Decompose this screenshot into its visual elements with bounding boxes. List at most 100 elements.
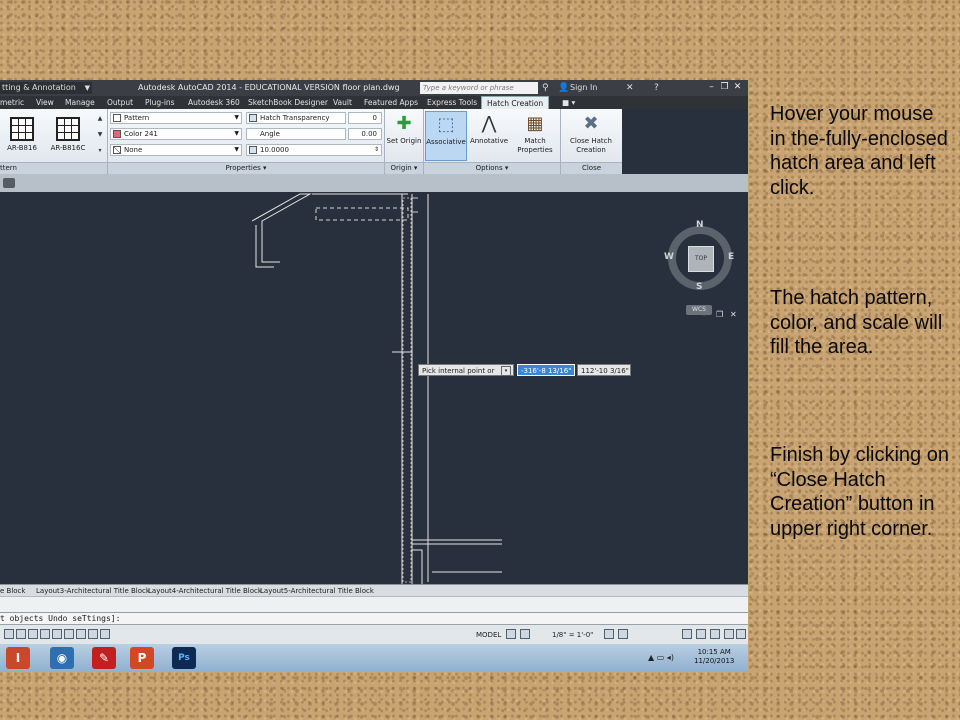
tab-express-tools[interactable]: Express Tools bbox=[427, 96, 477, 109]
help-icon[interactable]: ? bbox=[654, 82, 659, 94]
set-origin-button[interactable]: ✚ Set Origin bbox=[386, 111, 422, 161]
search-input[interactable]: Type a keyword or phrase bbox=[420, 82, 538, 94]
close-window-button[interactable]: ✕ bbox=[732, 81, 743, 94]
angle-field[interactable]: 0.00 bbox=[348, 128, 382, 140]
viewport-restore-button[interactable]: ❐ bbox=[716, 310, 723, 319]
associative-button[interactable]: ⬚ Associative bbox=[425, 111, 467, 161]
ribbon-tab-bar: metric View Manage Output Plug-ins Autod… bbox=[0, 96, 748, 109]
background-color-select[interactable]: None ▼ bbox=[110, 144, 242, 156]
drawing-tab-icon[interactable] bbox=[3, 178, 15, 188]
compass-east[interactable]: E bbox=[728, 252, 734, 262]
view-cube[interactable]: TOP bbox=[668, 226, 732, 290]
otrack-icon[interactable] bbox=[64, 629, 74, 639]
view-cube-top-face[interactable]: TOP bbox=[688, 246, 714, 272]
hardware-acceleration-icon[interactable] bbox=[710, 629, 720, 639]
tab-vault[interactable]: Vault bbox=[333, 96, 352, 109]
osnap-icon[interactable] bbox=[52, 629, 62, 639]
tab-parametric[interactable]: metric bbox=[0, 96, 24, 109]
windows-taskbar: I ◉ ✎ P Ps ▲ ▭ ◂) 10:15 AM 11/20/2013 bbox=[0, 644, 748, 672]
viewport-close-button[interactable]: ✕ bbox=[730, 310, 737, 319]
acrobat-icon[interactable]: ✎ bbox=[92, 647, 116, 669]
prompt-text: Pick internal point or bbox=[422, 367, 495, 375]
sign-in-link[interactable]: Sign In bbox=[570, 82, 597, 94]
restore-button[interactable]: ❐ bbox=[719, 81, 730, 94]
tab-plugins[interactable]: Plug-ins bbox=[145, 96, 175, 109]
inventor-icon[interactable]: I bbox=[6, 647, 30, 669]
system-tray-icons[interactable]: ▲ ▭ ◂) bbox=[648, 653, 674, 662]
auto-scale-icon[interactable] bbox=[618, 629, 628, 639]
user-icon: 👤 bbox=[558, 83, 570, 93]
tab-hatch-creation[interactable]: Hatch Creation bbox=[481, 96, 550, 109]
hatch-type-select[interactable]: Pattern ▼ bbox=[110, 112, 242, 124]
annotation-scale[interactable]: 1/8" = 1'-0" bbox=[552, 629, 593, 641]
ribbon-toggle-icon[interactable]: ■ ▾ bbox=[562, 96, 575, 109]
autocad-screenshot: tting & Annotation ▼ Autodesk AutoCAD 201… bbox=[0, 80, 748, 672]
scale-icon bbox=[249, 146, 257, 154]
scale-field[interactable]: 10.0000 ⇕ bbox=[246, 144, 382, 156]
annotative-button[interactable]: ⋀ Annotative bbox=[468, 111, 510, 161]
clean-screen-icon[interactable] bbox=[736, 629, 746, 639]
tab-sketchbook[interactable]: SketchBook Designer bbox=[248, 96, 328, 109]
chevron-down-icon: ▼ bbox=[234, 146, 239, 153]
drawing-canvas[interactable]: – ❐ ✕ bbox=[0, 192, 748, 584]
clock-time: 10:15 AM bbox=[697, 648, 731, 656]
grid-icon[interactable] bbox=[16, 629, 26, 639]
compass-north[interactable]: N bbox=[696, 220, 704, 230]
dropdown-arrow-icon[interactable]: ▾ bbox=[501, 366, 511, 376]
wcs-menu[interactable]: WCS bbox=[686, 305, 712, 315]
close-panel-label: Close bbox=[561, 162, 622, 174]
horizontal-scrollbar[interactable] bbox=[0, 596, 748, 613]
pattern-gallery-scroll[interactable]: ▲ ▼ ▾ bbox=[96, 111, 104, 159]
lineweight-icon[interactable] bbox=[100, 629, 110, 639]
hatch-color-select[interactable]: Color 241 ▼ bbox=[110, 128, 242, 140]
ducs-icon[interactable] bbox=[76, 629, 86, 639]
hatch-ribbon: AR-B816 AR-B816C ▲ ▼ ▾ ttern Pattern ▼ Colo… bbox=[0, 109, 622, 174]
taskbar-clock[interactable]: 10:15 AM 11/20/2013 bbox=[694, 648, 734, 666]
options-panel-label: Options ▾ bbox=[424, 162, 560, 174]
match-properties-button[interactable]: ▦ Match Properties bbox=[512, 111, 558, 161]
tab-manage[interactable]: Manage bbox=[65, 96, 95, 109]
lock-icon[interactable] bbox=[696, 629, 706, 639]
compass-south[interactable]: S bbox=[696, 282, 702, 292]
tab-featured-apps[interactable]: Featured Apps bbox=[364, 96, 418, 109]
compass-west[interactable]: W bbox=[664, 252, 674, 262]
binoculars-icon[interactable]: ⚲ bbox=[542, 82, 549, 94]
tab-view[interactable]: View bbox=[36, 96, 54, 109]
polar-icon[interactable] bbox=[40, 629, 50, 639]
photoshop-icon[interactable]: Ps bbox=[172, 647, 196, 669]
color-swatch bbox=[113, 130, 121, 138]
angle-slider[interactable]: Angle bbox=[246, 128, 346, 140]
exchange-icon[interactable]: ✕ bbox=[626, 82, 634, 94]
tab-autodesk-360[interactable]: Autodesk 360 bbox=[188, 96, 240, 109]
chevron-down-icon: ▼ bbox=[234, 114, 239, 121]
no-color-icon bbox=[113, 146, 121, 154]
transparency-icon bbox=[249, 114, 257, 122]
spinner-icon[interactable]: ⇕ bbox=[374, 145, 379, 155]
associative-label: Associative bbox=[426, 138, 466, 146]
pattern-ar-b816[interactable]: AR-B816 bbox=[0, 117, 44, 152]
isolate-objects-icon[interactable] bbox=[724, 629, 734, 639]
minimize-button[interactable]: – bbox=[706, 81, 717, 94]
tab-output[interactable]: Output bbox=[107, 96, 133, 109]
transparency-field[interactable]: 0 bbox=[348, 112, 382, 124]
pattern-ar-b816c[interactable]: AR-B816C bbox=[46, 117, 90, 152]
pattern-label: AR-B816 bbox=[7, 144, 37, 152]
workspace-switch-icon[interactable] bbox=[682, 629, 692, 639]
transparency-dropdown[interactable]: Hatch Transparency bbox=[246, 112, 346, 124]
eye-app-icon[interactable]: ◉ bbox=[50, 647, 74, 669]
background-color-value: None bbox=[124, 146, 143, 154]
snap-icon[interactable] bbox=[4, 629, 14, 639]
workspace-dropdown[interactable]: tting & Annotation ▼ bbox=[0, 82, 92, 94]
quick-view-drawings-icon[interactable] bbox=[520, 629, 530, 639]
close-hatch-creation-button[interactable]: ✖ Close Hatch Creation bbox=[562, 111, 620, 161]
y-coordinate-input[interactable]: 112'-10 3/16" bbox=[577, 364, 631, 376]
pattern-label: AR-B816C bbox=[50, 144, 86, 152]
ortho-icon[interactable] bbox=[28, 629, 38, 639]
powerpoint-icon[interactable]: P bbox=[130, 647, 154, 669]
annotation-visibility-icon[interactable] bbox=[604, 629, 614, 639]
x-coordinate-input[interactable]: -316'-8 13/16" bbox=[517, 364, 575, 376]
quick-view-icon[interactable] bbox=[506, 629, 516, 639]
dyn-icon[interactable] bbox=[88, 629, 98, 639]
properties-panel-label: Properties ▾ bbox=[108, 162, 384, 174]
model-space-button[interactable]: MODEL bbox=[476, 629, 501, 641]
